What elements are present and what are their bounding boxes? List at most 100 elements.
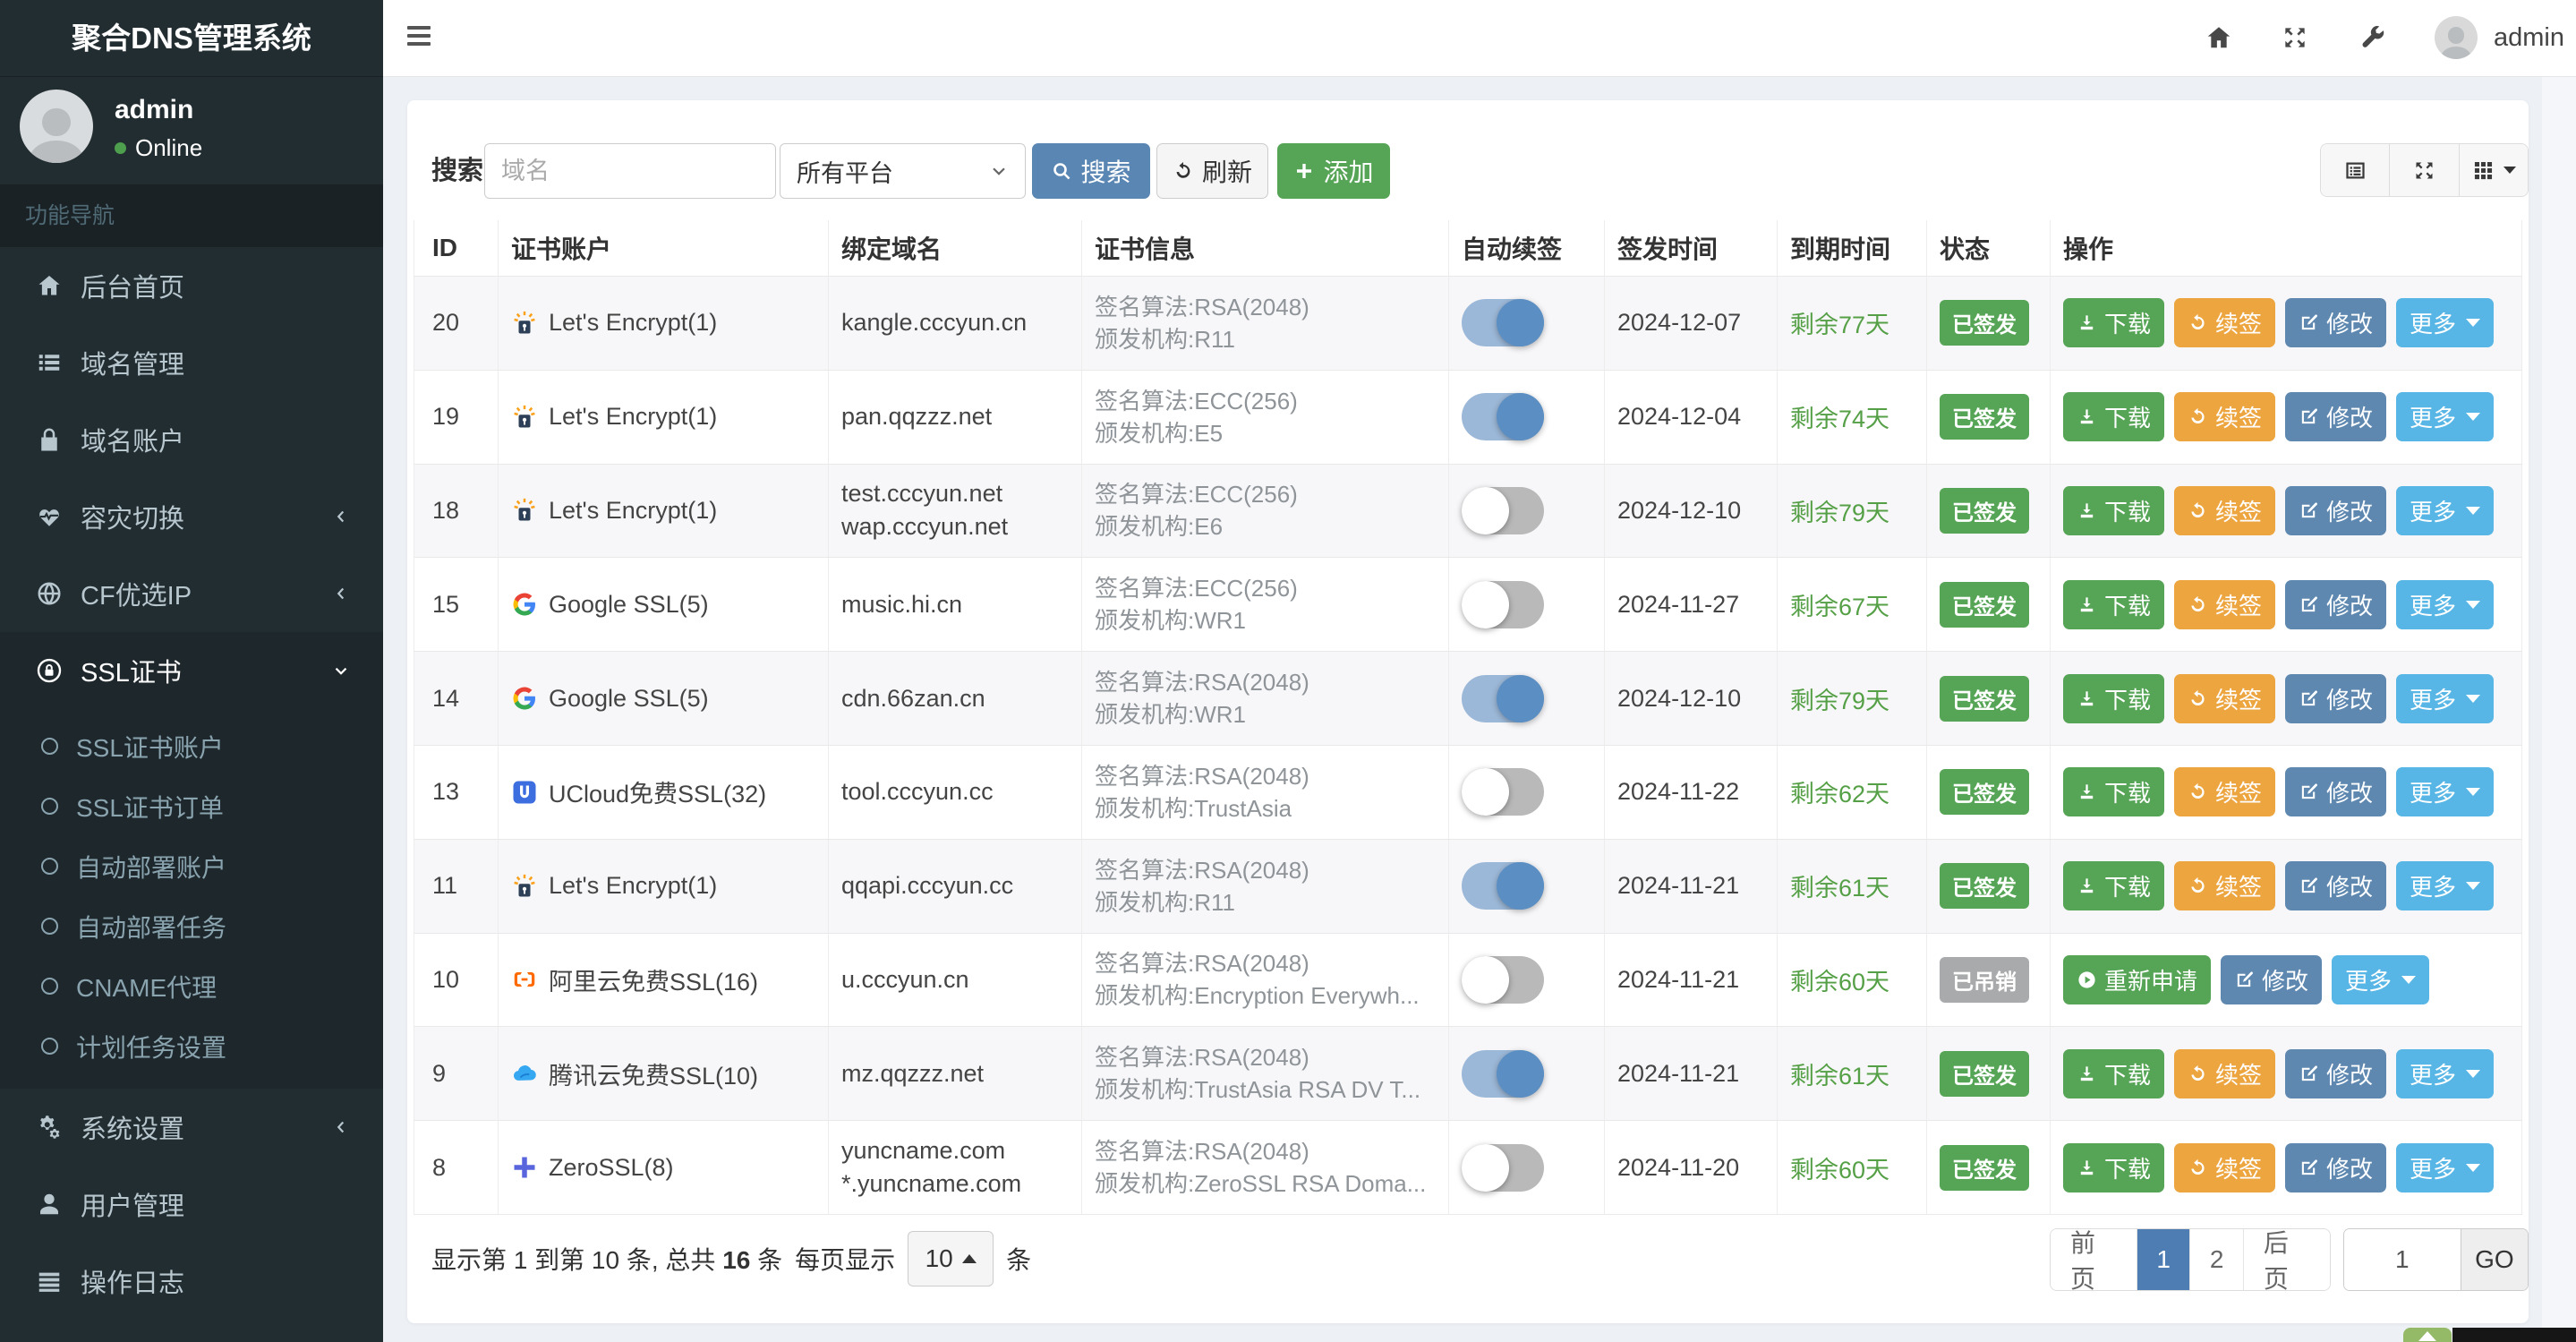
edit-button[interactable]: 修改 <box>2285 861 2387 911</box>
list-icon <box>36 349 63 376</box>
sidebar-subitem-0[interactable]: SSL证书账户 <box>0 716 383 776</box>
sidebar-subitem-4[interactable]: CNAME代理 <box>0 956 383 1016</box>
download-button[interactable]: 下载 <box>2063 1048 2165 1098</box>
prev-page-button[interactable]: 前页 <box>2051 1229 2137 1290</box>
auto-renew-toggle[interactable] <box>1462 580 1544 628</box>
table-row: 20 Let's Encrypt(1) kangle.cccyun.cn 签名算法:R… <box>414 276 2522 370</box>
auto-renew-toggle[interactable] <box>1462 862 1544 910</box>
renew-button[interactable]: 续签 <box>2174 485 2276 535</box>
cell-id: 13 <box>414 745 499 839</box>
renew-button[interactable]: 续签 <box>2174 579 2276 629</box>
topbar-avatar[interactable] <box>2435 16 2478 59</box>
more-button[interactable]: 更多 <box>2396 1142 2495 1192</box>
renew-button[interactable]: 续签 <box>2174 1048 2276 1098</box>
auto-renew-toggle[interactable] <box>1462 393 1544 441</box>
sidebar-subitem-2[interactable]: 自动部署账户 <box>0 836 383 896</box>
more-button[interactable]: 更多 <box>2396 673 2495 723</box>
renew-button[interactable]: 续签 <box>2174 861 2276 911</box>
auto-renew-toggle[interactable] <box>1462 299 1544 347</box>
sidebar-item-4[interactable]: CF优选IP <box>0 555 383 632</box>
sidebar-item-3[interactable]: 容灾切换 <box>0 478 383 555</box>
sidebar-subitem-1[interactable]: SSL证书订单 <box>0 776 383 836</box>
next-page-button[interactable]: 后页 <box>2243 1229 2330 1290</box>
auto-renew-toggle[interactable] <box>1462 674 1544 722</box>
renew-button[interactable]: 续签 <box>2174 392 2276 442</box>
search-button[interactable]: 搜索 <box>1032 143 1150 199</box>
grid-view-button[interactable] <box>2459 144 2528 196</box>
renew-button[interactable]: 续签 <box>2174 767 2276 817</box>
per-page-label: 每页显示 <box>795 1246 896 1274</box>
edit-button[interactable]: 修改 <box>2285 767 2387 817</box>
home-icon[interactable] <box>2205 23 2233 52</box>
topbar-username[interactable]: admin <box>2494 23 2564 53</box>
more-button[interactable]: 更多 <box>2396 861 2495 911</box>
sidebar-item-7[interactable]: 用户管理 <box>0 1166 383 1243</box>
edit-button[interactable]: 修改 <box>2221 954 2323 1004</box>
renew-button[interactable]: 续签 <box>2174 673 2276 723</box>
auto-renew-toggle[interactable] <box>1462 1143 1544 1192</box>
download-button[interactable]: 下载 <box>2063 579 2165 629</box>
edit-button[interactable]: 修改 <box>2285 579 2387 629</box>
sidebar-toggle-button[interactable] <box>407 26 431 51</box>
download-button[interactable]: 下载 <box>2063 673 2165 723</box>
edit-button[interactable]: 修改 <box>2285 673 2387 723</box>
renew-button[interactable]: 续签 <box>2174 298 2276 348</box>
wrench-icon[interactable] <box>2358 23 2387 52</box>
download-button[interactable]: 下载 <box>2063 861 2165 911</box>
fullscreen-view-button[interactable] <box>2390 144 2460 196</box>
download-button[interactable]: 下载 <box>2063 392 2165 442</box>
auto-renew-toggle[interactable] <box>1462 486 1544 534</box>
sidebar-subitem-3[interactable]: 自动部署任务 <box>0 896 383 956</box>
more-button[interactable]: 更多 <box>2396 485 2495 535</box>
more-button[interactable]: 更多 <box>2396 392 2495 442</box>
page-jump-input[interactable] <box>2343 1229 2461 1290</box>
sidebar-item-0[interactable]: 后台首页 <box>0 247 383 324</box>
sidebar-item-2[interactable]: 域名账户 <box>0 401 383 478</box>
per-page-select[interactable]: 10 <box>908 1231 994 1286</box>
cell-auto-renew <box>1449 1121 1605 1214</box>
page-button-1[interactable]: 1 <box>2137 1229 2191 1290</box>
sidebar-item-8[interactable]: 操作日志 <box>0 1243 383 1320</box>
more-button[interactable]: 更多 <box>2396 767 2495 817</box>
more-button[interactable]: 更多 <box>2396 1048 2495 1098</box>
scrollbar-track[interactable] <box>2542 77 2576 1342</box>
sidebar-subitem-5[interactable]: 计划任务设置 <box>0 1016 383 1076</box>
download-button[interactable]: 下载 <box>2063 767 2165 817</box>
more-button[interactable]: 更多 <box>2332 954 2430 1004</box>
download-button[interactable]: 下载 <box>2063 298 2165 348</box>
more-button[interactable]: 更多 <box>2396 579 2495 629</box>
sidebar-item-1[interactable]: 域名管理 <box>0 324 383 401</box>
back-to-top-button[interactable] <box>2403 1328 2452 1342</box>
cell-expires: 剩余79天 <box>1778 652 1927 745</box>
cell-expires: 剩余61天 <box>1778 1027 1927 1121</box>
reapply-button[interactable]: 重新申请 <box>2063 954 2212 1004</box>
table-body: 20 Let's Encrypt(1) kangle.cccyun.cn 签名算法:R… <box>414 276 2522 1215</box>
auto-renew-toggle[interactable] <box>1462 1049 1544 1098</box>
page-go-button[interactable]: GO <box>2460 1229 2528 1290</box>
edit-button[interactable]: 修改 <box>2285 298 2387 348</box>
edit-button[interactable]: 修改 <box>2285 392 2387 442</box>
download-button[interactable]: 下载 <box>2063 1142 2165 1192</box>
edit-button[interactable]: 修改 <box>2285 485 2387 535</box>
fullscreen-icon[interactable] <box>2281 23 2309 52</box>
auto-renew-toggle[interactable] <box>1462 768 1544 816</box>
auto-renew-toggle[interactable] <box>1462 955 1544 1004</box>
add-button[interactable]: 添加 <box>1277 143 1390 199</box>
columns-view-button[interactable] <box>2321 144 2391 196</box>
refresh-button[interactable]: 刷新 <box>1156 143 1268 199</box>
cell-account: 腾讯云免费SSL(10) <box>499 1027 829 1121</box>
edit-button[interactable]: 修改 <box>2285 1142 2387 1192</box>
platform-select[interactable]: 所有平台 <box>780 143 1026 199</box>
search-input[interactable] <box>484 143 776 199</box>
page-button-2[interactable]: 2 <box>2190 1229 2244 1290</box>
download-button[interactable]: 下载 <box>2063 485 2165 535</box>
status-badge: 已签发 <box>1940 581 2029 628</box>
edit-button[interactable]: 修改 <box>2285 1048 2387 1098</box>
renew-icon <box>2188 1158 2208 1178</box>
status-badge: 已吊销 <box>1940 956 2029 1003</box>
more-button[interactable]: 更多 <box>2396 298 2495 348</box>
sidebar-item-6[interactable]: 系统设置 <box>0 1089 383 1166</box>
renew-button[interactable]: 续签 <box>2174 1142 2276 1192</box>
columns-icon <box>2343 158 2367 183</box>
sidebar-item-5[interactable]: SSL证书 <box>0 632 383 709</box>
